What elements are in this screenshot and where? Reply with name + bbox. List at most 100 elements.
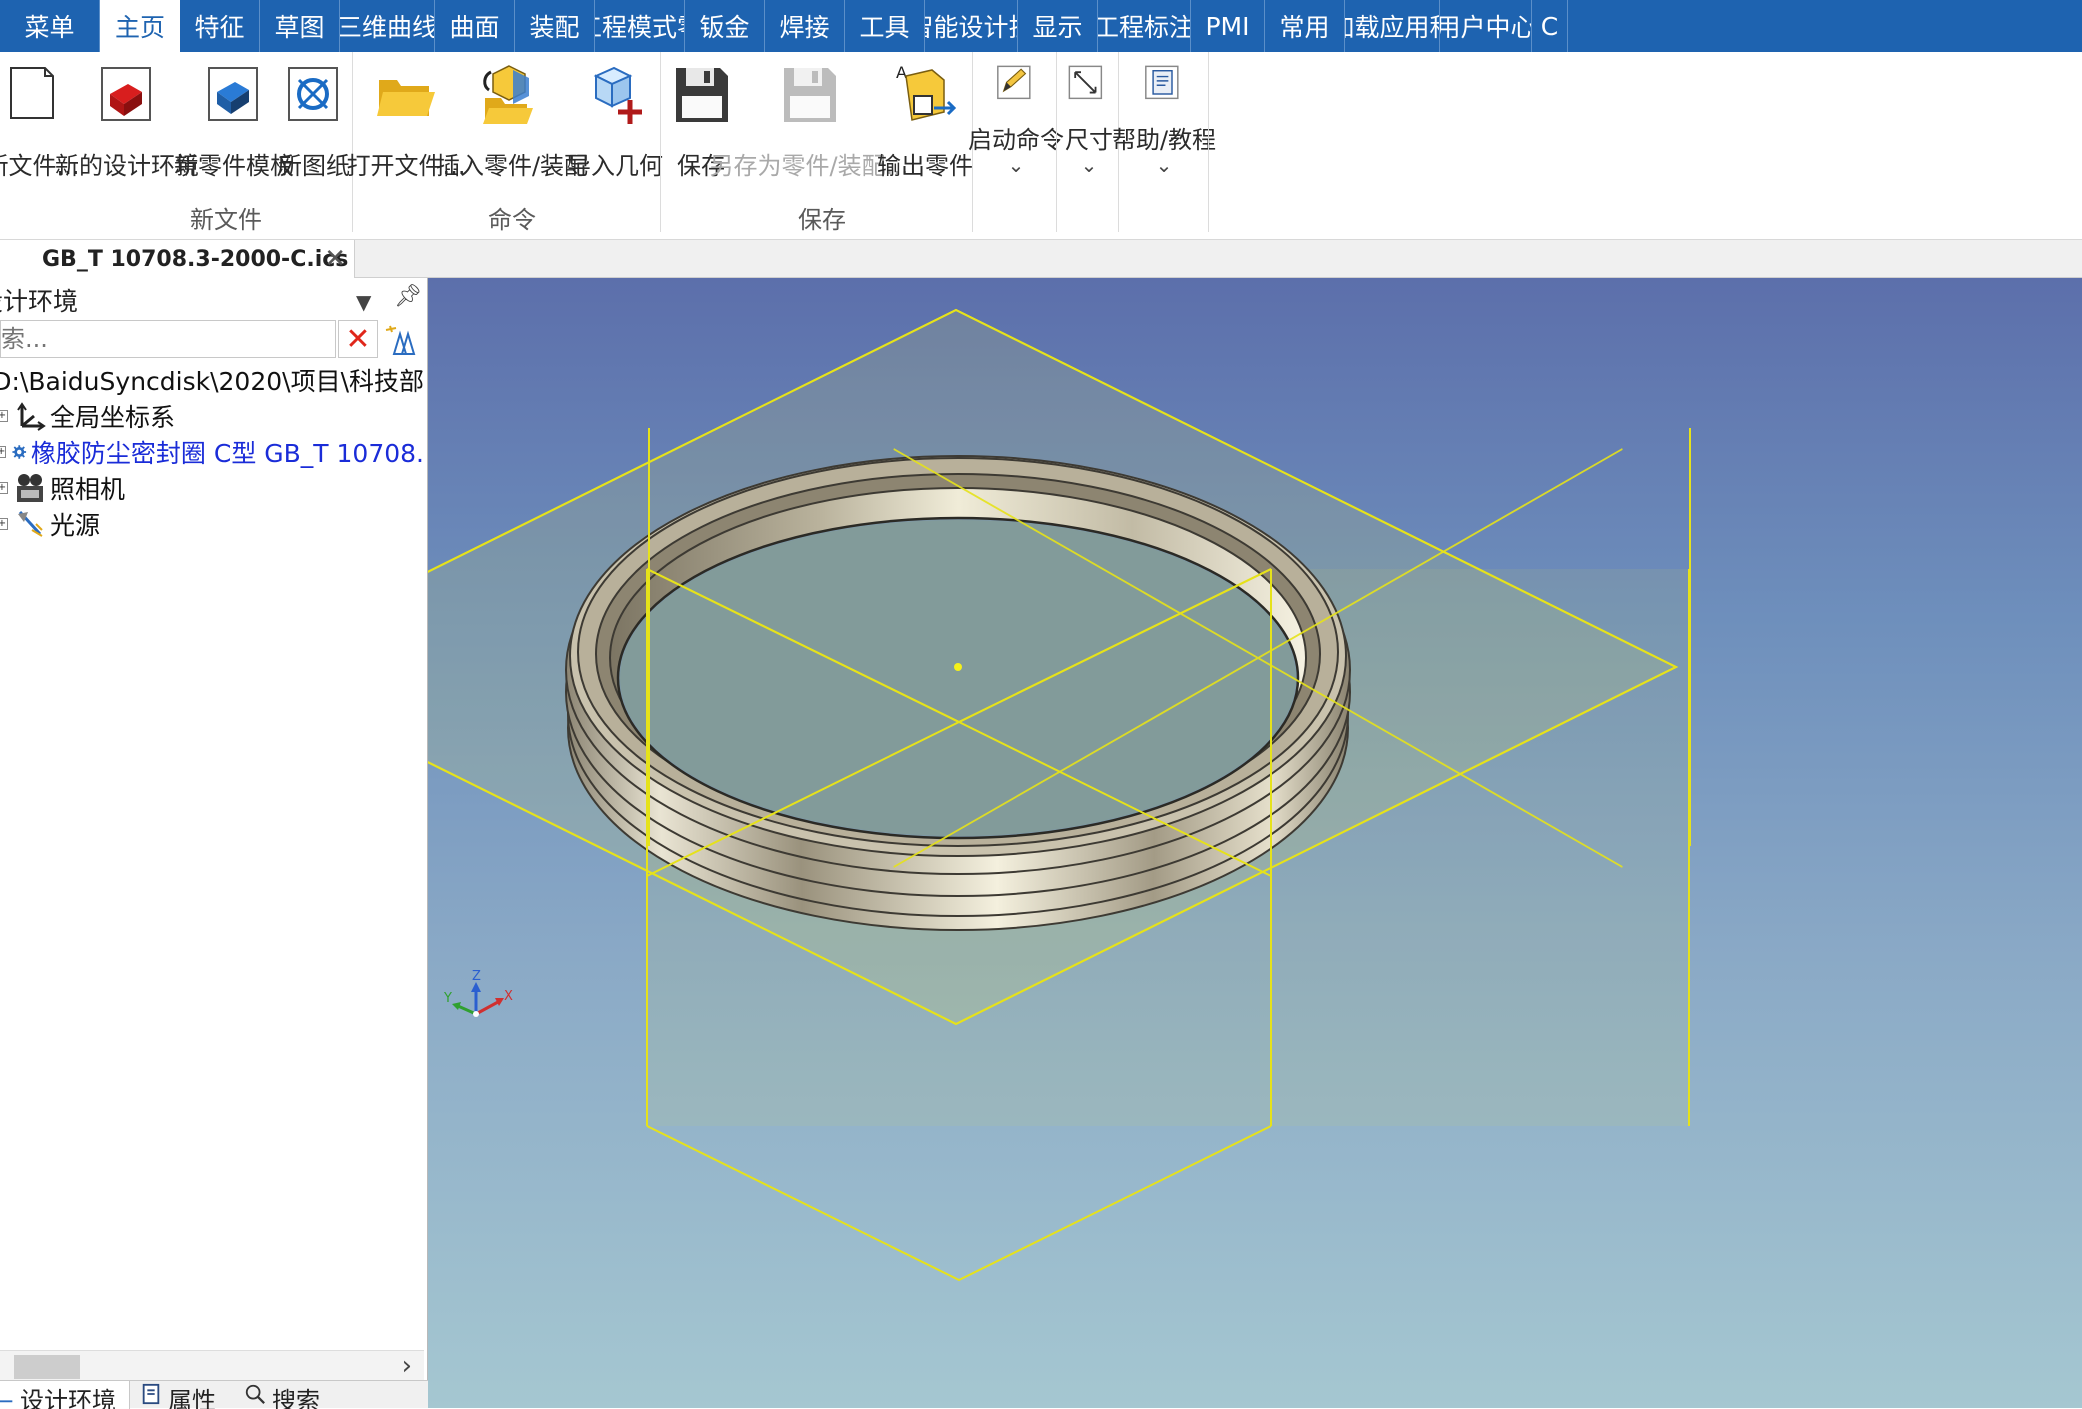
search-input[interactable]	[0, 320, 336, 358]
axis-z-label: Z	[472, 969, 481, 984]
tree-item-camera[interactable]: + 照相机	[0, 470, 424, 506]
import-geometry-label: 导入几何	[567, 152, 663, 180]
axis-y-label: Y	[443, 991, 452, 1006]
help-tutorial-button[interactable]: 帮助/教程 ⌄	[1112, 62, 1216, 175]
design-tree-icon	[0, 1400, 13, 1403]
tab-home[interactable]: 主页	[100, 0, 180, 52]
model-scene[interactable]: Z X Y	[428, 278, 2082, 1408]
tab-sketch[interactable]: 草图	[260, 0, 340, 52]
tab-design-environment[interactable]: 设计环境	[0, 1381, 130, 1409]
document-tab[interactable]: GB_T 10708.3-2000-C.ics ✕	[0, 240, 355, 278]
document-tab-strip: GB_T 10708.3-2000-C.ics ✕	[0, 240, 2082, 278]
new-design-env-icon	[101, 67, 151, 121]
panel-title: 设计环境	[0, 287, 79, 316]
close-icon[interactable]: ✕	[324, 244, 346, 274]
dimension-label: 尺寸	[1065, 126, 1113, 154]
insert-part-button[interactable]: 插入零件/装配	[436, 62, 588, 181]
search-filter-icon[interactable]	[382, 322, 422, 358]
tree-item-root[interactable]: D:\BaiduSyncdisk\2020\项目\科技部	[0, 362, 424, 398]
tab-tools[interactable]: 工具	[845, 0, 925, 52]
new-drawing-button[interactable]: 新图纸	[278, 62, 350, 181]
tab-label: 属性	[168, 1387, 216, 1409]
3d-viewport[interactable]: Z X Y	[428, 278, 2082, 1408]
tab-smart-design[interactable]: 智能设计挂	[925, 0, 1018, 52]
design-environment-panel: 设计环境 ▼ 📌︎ ✕ D:\BaiduSyncdisk\2020\项目\科技部…	[0, 278, 428, 1409]
clear-search-icon[interactable]: ✕	[338, 320, 378, 358]
horizontal-scrollbar[interactable]: ›	[0, 1350, 424, 1381]
tree-item-label: 光源	[50, 511, 101, 540]
group-label-save: 保存	[798, 206, 846, 234]
insert-part-label: 插入零件/装配	[435, 152, 589, 180]
new-part-template-button[interactable]: 新零件模板	[174, 62, 294, 181]
tab-overflow[interactable]: C	[1532, 0, 1568, 52]
tab-engineering-annotation[interactable]: 工程标注	[1098, 0, 1191, 52]
menu-bar: 菜单 主页 特征 草图 三维曲线 曲面 装配 工程模式零 钣金 焊接 工具 智能…	[0, 0, 2082, 52]
properties-icon	[142, 1383, 160, 1405]
svg-text:A: A	[896, 63, 907, 82]
tree-item-seal-part[interactable]: + 橡胶防尘密封圈 C型 GB_T 10708.	[0, 434, 424, 470]
launch-command-label: 启动命令	[968, 126, 1064, 154]
group-label-new-file: 新文件	[190, 206, 262, 234]
tab-display[interactable]: 显示	[1018, 0, 1098, 52]
design-tree: D:\BaiduSyncdisk\2020\项目\科技部 + 全局坐标系 + 橡…	[0, 362, 424, 642]
axis-x-label: X	[504, 989, 513, 1004]
tab-welding[interactable]: 焊接	[765, 0, 845, 52]
dimension-button[interactable]: 尺寸 ⌄	[1064, 62, 1114, 177]
tab-properties[interactable]: 属性	[140, 1381, 240, 1409]
import-geometry-icon	[593, 66, 642, 124]
open-folder-icon	[377, 80, 435, 116]
new-drawing-icon	[288, 67, 338, 121]
expand-icon[interactable]: +	[0, 446, 7, 458]
tree-item-global-coordinates[interactable]: + 全局坐标系	[0, 398, 424, 434]
tab-assembly[interactable]: 装配	[515, 0, 595, 52]
new-part-template-label: 新零件模板	[174, 152, 294, 180]
search-icon	[245, 1384, 265, 1404]
document-tab-title: GB_T 10708.3-2000-C.ics	[42, 246, 349, 272]
expand-icon[interactable]: +	[0, 518, 8, 530]
tree-item-label: D:\BaiduSyncdisk\2020\项目\科技部	[0, 367, 424, 396]
chevron-down-icon: ⌄	[1080, 153, 1098, 177]
group-separator	[660, 52, 661, 232]
launch-command-icon	[997, 65, 1031, 100]
tab-pmi[interactable]: PMI	[1191, 0, 1265, 52]
tab-sheet-metal[interactable]: 钣金	[685, 0, 765, 52]
camera-icon	[17, 474, 43, 502]
save-as-button[interactable]: 另存为零件/装配...	[710, 62, 909, 181]
tree-item-label: 全局坐标系	[50, 403, 176, 432]
expand-icon[interactable]: +	[0, 482, 8, 494]
origin-point	[954, 663, 962, 671]
tab-features[interactable]: 特征	[180, 0, 260, 52]
import-geometry-button[interactable]: 导入几何	[567, 62, 663, 181]
launch-command-button[interactable]: 启动命令 ⌄	[968, 62, 1064, 175]
part-gear-icon	[12, 445, 27, 459]
pin-icon[interactable]: 📌︎	[394, 284, 422, 309]
new-drawing-label: 新图纸	[278, 152, 350, 180]
group-separator	[1056, 52, 1057, 232]
export-part-label: 输出零件	[877, 152, 973, 180]
group-separator	[1208, 52, 1209, 232]
tab-3d-curve[interactable]: 三维曲线	[340, 0, 435, 52]
new-design-env-button[interactable]: 新的设计环境	[55, 62, 199, 181]
tab-engineering-mode[interactable]: 工程模式零	[595, 0, 685, 52]
tab-load-apps[interactable]: 加载应用程	[1345, 0, 1440, 52]
panel-bottom-tabs: 设计环境 属性 搜索	[0, 1380, 428, 1409]
group-separator	[352, 52, 353, 232]
help-tutorial-label: 帮助/教程	[1111, 126, 1217, 154]
help-icon	[1145, 65, 1179, 100]
group-label-command: 命令	[488, 206, 536, 234]
scrollbar-thumb[interactable]	[14, 1355, 80, 1379]
panel-dropdown-icon[interactable]: ▼	[356, 290, 371, 314]
tab-user-center[interactable]: 用户中心	[1440, 0, 1532, 52]
tab-menu[interactable]: 菜单	[0, 0, 100, 52]
tab-search[interactable]: 搜索	[244, 1381, 344, 1409]
export-part-button[interactable]: A 输出零件	[877, 62, 973, 181]
tab-surface[interactable]: 曲面	[435, 0, 515, 52]
tab-common[interactable]: 常用	[1265, 0, 1345, 52]
scroll-right-icon[interactable]: ›	[402, 1351, 412, 1381]
export-part-icon: A	[896, 63, 957, 121]
expand-icon[interactable]: +	[0, 410, 8, 422]
insert-part-icon	[483, 65, 533, 124]
new-part-template-icon	[208, 67, 258, 121]
tree-item-light[interactable]: + 光源	[0, 506, 424, 542]
save-icon	[676, 68, 728, 122]
